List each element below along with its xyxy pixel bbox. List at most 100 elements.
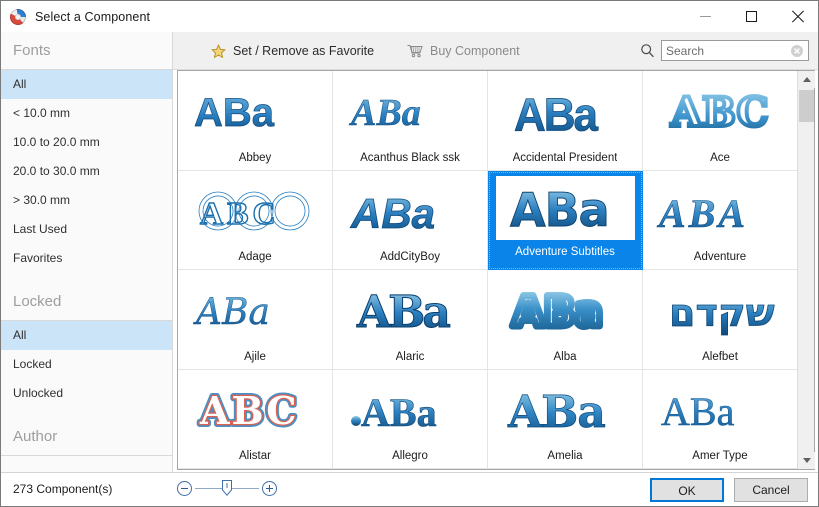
component-thumbnail: ABa xyxy=(178,71,332,152)
component-thumbnail: ABC ABC ABC xyxy=(178,370,332,451)
svg-text:ABC: ABC xyxy=(199,388,299,433)
magnifier-icon[interactable] xyxy=(640,43,655,58)
cancel-button[interactable]: Cancel xyxy=(734,478,808,502)
component-cell-amer-type[interactable]: ABa Amer Type xyxy=(643,370,797,470)
component-cell-adage[interactable]: ABC Adage xyxy=(178,171,333,271)
component-thumbnail: ABa xyxy=(488,270,642,351)
component-name: Adventure Subtitles xyxy=(515,240,615,264)
sidebar-item-fonts-favorites[interactable]: Favorites xyxy=(1,244,172,273)
component-thumbnail: ABa xyxy=(178,270,332,351)
component-name: Accidental President xyxy=(513,152,618,170)
maximize-icon xyxy=(746,11,757,22)
zoom-in-icon[interactable] xyxy=(262,481,277,496)
scroll-down-button[interactable] xyxy=(798,452,815,469)
component-cell-amelia[interactable]: ABa Amelia xyxy=(488,370,643,470)
component-cell-ace[interactable]: ABC Ace xyxy=(643,71,797,171)
component-name: Adage xyxy=(238,251,271,269)
search-input[interactable] xyxy=(666,44,784,58)
search-box[interactable] xyxy=(661,40,809,61)
zoom-track-right xyxy=(231,488,259,489)
search-area xyxy=(640,40,809,61)
component-name: Ace xyxy=(710,152,730,170)
scroll-up-button[interactable] xyxy=(798,71,815,88)
component-cell-ajile[interactable]: ABa Ajile xyxy=(178,270,333,370)
sidebar-spacer-2 xyxy=(1,408,172,418)
sidebar-item-fonts-lt10[interactable]: < 10.0 mm xyxy=(1,99,172,128)
star-icon xyxy=(211,44,226,59)
component-name: Amelia xyxy=(547,450,582,468)
component-cell-alistar[interactable]: ABC ABC ABC Alistar xyxy=(178,370,333,470)
sidebar: Fonts All < 10.0 mm 10.0 to 20.0 mm 20.0… xyxy=(1,32,173,474)
sidebar-item-fonts-all[interactable]: All xyxy=(1,70,172,99)
ok-button[interactable]: OK xyxy=(650,478,724,502)
component-thumbnail: ABa xyxy=(643,370,797,451)
component-name: Alefbet xyxy=(702,351,738,369)
component-thumbnail: ABC xyxy=(178,171,332,252)
component-cell-accidental-president[interactable]: ABa Accidental President xyxy=(488,71,643,171)
toolbar: Set / Remove as Favorite Buy Component xyxy=(173,32,819,70)
svg-text:ABa: ABa xyxy=(514,89,599,141)
component-name: Abbey xyxy=(239,152,272,170)
sidebar-spacer-1 xyxy=(1,273,172,283)
svg-text:ABa: ABa xyxy=(349,92,421,134)
slider-handle[interactable] xyxy=(222,480,232,496)
component-name: AddCityBoy xyxy=(380,251,440,269)
buy-component-button[interactable]: Buy Component xyxy=(401,39,526,63)
zoom-out-icon[interactable] xyxy=(177,481,192,496)
component-cell-alba[interactable]: ABa Alba xyxy=(488,270,643,370)
svg-text:ABa: ABa xyxy=(356,287,450,338)
set-remove-favorite-button[interactable]: Set / Remove as Favorite xyxy=(205,39,380,63)
svg-text:ABa: ABa xyxy=(507,387,605,438)
component-thumbnail: ABa xyxy=(333,171,487,252)
component-name: Acanthus Black ssk xyxy=(360,152,460,170)
sidebar-item-fonts-10to20[interactable]: 10.0 to 20.0 mm xyxy=(1,128,172,157)
component-cell-allegro[interactable]: ABa Allegro xyxy=(333,370,488,470)
app-logo-icon xyxy=(10,9,26,25)
component-name: Allegro xyxy=(392,450,428,468)
grid-vertical-scrollbar[interactable] xyxy=(797,71,814,469)
minimize-button[interactable] xyxy=(682,1,728,32)
component-thumbnail: ABC xyxy=(643,71,797,152)
sidebar-item-locked-unlocked[interactable]: Unlocked xyxy=(1,379,172,408)
component-cell-adventure-subtitles[interactable]: ABa Adventure Subtitles xyxy=(488,171,643,271)
sidebar-group-locked-title: Locked xyxy=(1,283,172,321)
svg-text:ABa: ABa xyxy=(350,190,435,237)
sidebar-item-fonts-last-used[interactable]: Last Used xyxy=(1,215,172,244)
zoom-slider[interactable] xyxy=(177,480,277,496)
svg-text:ABa: ABa xyxy=(661,389,735,434)
sidebar-item-locked-all[interactable]: All xyxy=(1,321,172,350)
svg-text:שקדם: שקדם xyxy=(669,291,775,335)
component-cell-acanthus-black-ssk[interactable]: ABa Acanthus Black ssk xyxy=(333,71,488,171)
chevron-down-icon xyxy=(803,458,811,463)
sidebar-group-author-title: Author xyxy=(1,418,172,456)
scrollbar-thumb[interactable] xyxy=(799,90,814,122)
sidebar-group-fonts-title: Fonts xyxy=(1,32,172,70)
component-cell-alaric[interactable]: ABa Alaric xyxy=(333,270,488,370)
clear-circle-icon[interactable] xyxy=(790,44,804,58)
component-name: Adventure xyxy=(694,251,746,269)
maximize-button[interactable] xyxy=(728,1,774,32)
svg-text:ABa: ABa xyxy=(193,292,270,333)
component-cell-alefbet[interactable]: שקדם Alefbet xyxy=(643,270,797,370)
minimize-icon xyxy=(700,16,711,17)
select-component-dialog: Select a Component Set / Remove as Favor… xyxy=(0,0,819,507)
sidebar-item-fonts-gt30[interactable]: > 30.0 mm xyxy=(1,186,172,215)
svg-text:ABa: ABa xyxy=(361,390,437,435)
component-cell-addcityboy[interactable]: ABa AddCityBoy xyxy=(333,171,488,271)
component-cell-adventure[interactable]: ABA Adventure xyxy=(643,171,797,271)
buy-component-label: Buy Component xyxy=(430,44,520,58)
zoom-track-left xyxy=(195,488,223,489)
component-thumbnail: ABa xyxy=(488,71,642,152)
close-icon xyxy=(791,10,804,23)
component-cell-abbey[interactable]: ABa Abbey xyxy=(178,71,333,171)
dialog-buttons: OK Cancel xyxy=(650,478,808,502)
sidebar-item-locked-locked[interactable]: Locked xyxy=(1,350,172,379)
component-thumbnail: ABa xyxy=(333,71,487,152)
svg-text:ABC: ABC xyxy=(670,89,768,136)
chevron-up-icon xyxy=(803,77,811,82)
close-button[interactable] xyxy=(774,1,819,32)
svg-text:ABC: ABC xyxy=(200,195,280,231)
sidebar-item-fonts-20to30[interactable]: 20.0 to 30.0 mm xyxy=(1,157,172,186)
component-thumbnail: ABa xyxy=(488,370,642,451)
svg-text:ABa: ABa xyxy=(510,183,609,237)
